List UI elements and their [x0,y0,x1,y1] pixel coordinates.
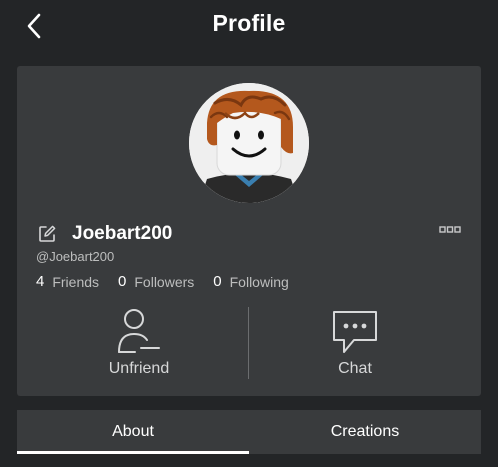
chat-icon [332,308,378,354]
tab-creations[interactable]: Creations [249,410,481,454]
unfriend-icon [117,308,161,354]
action-divider [248,307,249,379]
followers-stat[interactable]: 0 Followers [118,273,194,290]
header-bar: Profile [0,0,498,52]
more-options-button[interactable] [437,223,463,237]
avatar[interactable] [189,83,309,203]
unfriend-button[interactable]: Unfriend [39,308,239,382]
profile-card: Joebart200 @Joebart200 4 Friends 0 Follo… [17,66,481,396]
tab-about[interactable]: About [17,410,249,454]
friends-stat[interactable]: 4 Friends [36,273,99,290]
ellipsis-icon [439,226,461,233]
friends-count: 4 [36,273,45,290]
chat-label: Chat [338,360,372,377]
friends-label: Friends [52,273,100,290]
chat-button[interactable]: Chat [255,308,455,382]
followers-count: 0 [118,273,127,290]
avatar-image [189,83,309,203]
name-row: Joebart200 [36,222,172,246]
profile-tabs: About Creations [17,410,481,454]
following-count: 0 [213,273,222,290]
page-title: Profile [212,10,286,36]
following-label: Following [229,273,289,290]
username: @Joebart200 [36,249,115,264]
stats-row: 4 Friends 0 Followers 0 Following [36,273,308,290]
display-name: Joebart200 [72,223,173,244]
edit-icon[interactable] [36,223,58,245]
following-stat[interactable]: 0 Following [213,273,288,290]
followers-label: Followers [134,273,195,290]
unfriend-label: Unfriend [108,360,170,377]
profile-screen: Profile Joebart200 @Joebart200 4 Friends… [0,0,498,467]
